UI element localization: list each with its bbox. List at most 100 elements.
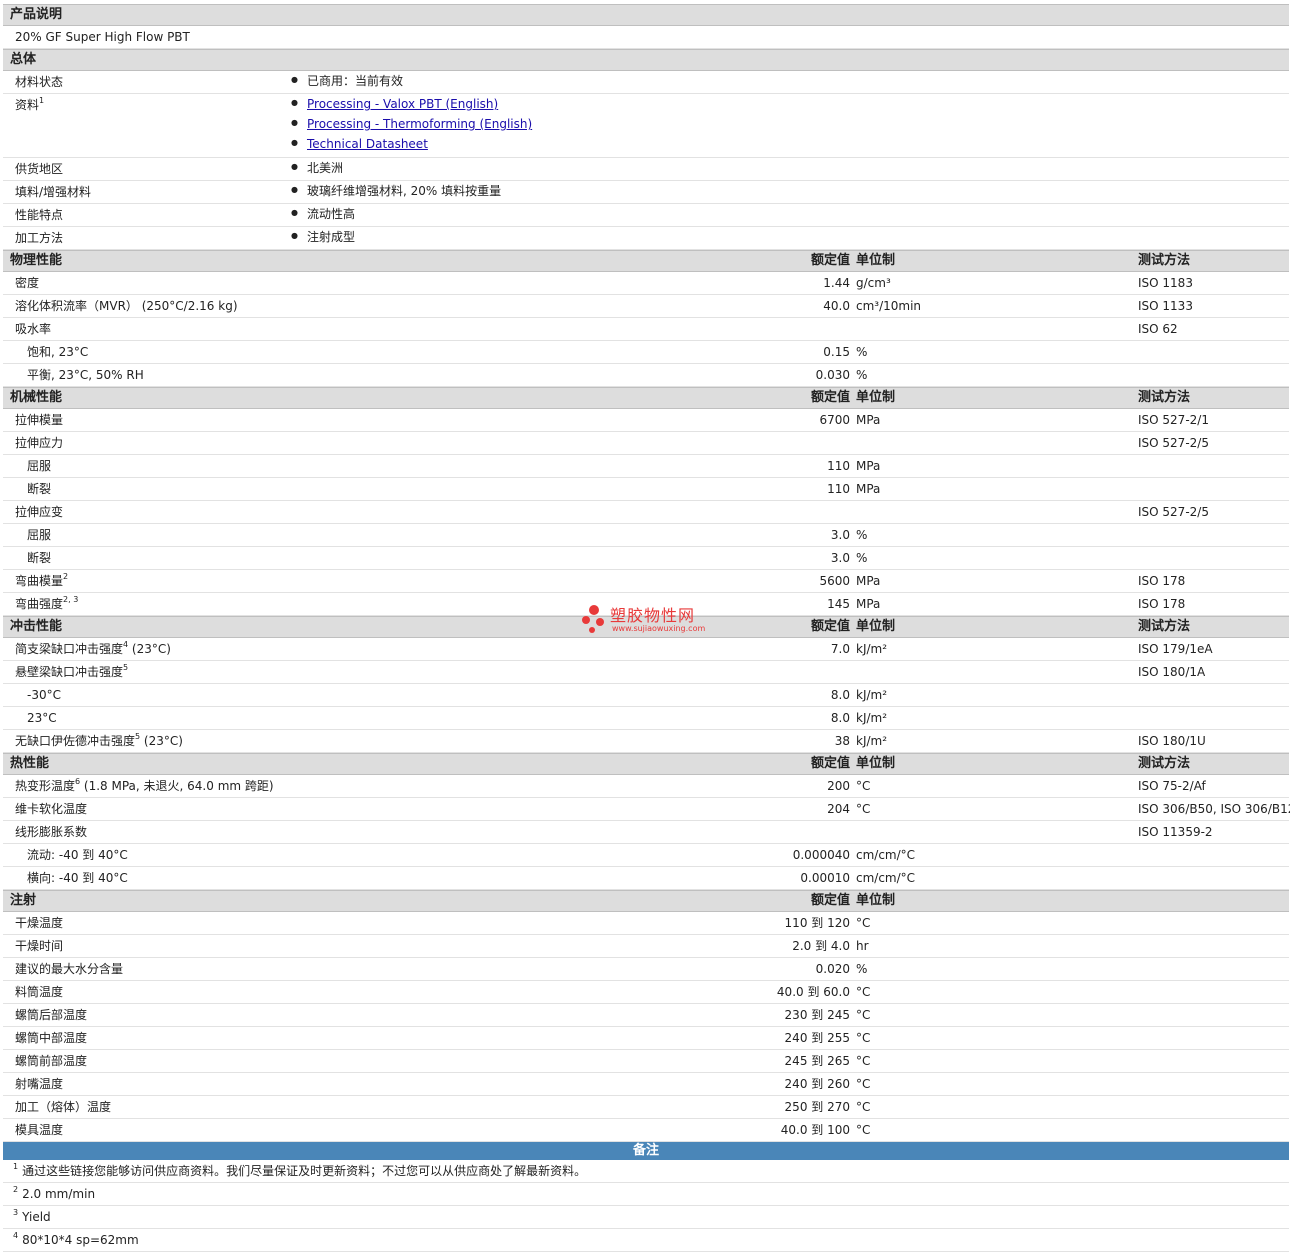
property-label-text: 弯曲强度 xyxy=(15,597,64,611)
property-sections: 物理性能 额定值 单位制 测试方法 密度 1.44 g/cm³ ISO 1183 溶化体积流率（… xyxy=(3,250,1290,1142)
property-label: 干燥温度 xyxy=(15,912,63,934)
property-label: 螺筒后部温度 xyxy=(15,1004,87,1026)
property-unit: °C xyxy=(856,1054,871,1068)
property-condition: (1.8 MPa, 未退火, 64.0 mm 跨距) xyxy=(80,779,274,793)
property-row: 屈服 3.0% xyxy=(3,524,1289,547)
property-label-text: 溶化体积流率（MVR） (250°C/2.16 kg) xyxy=(15,299,238,313)
property-label: 23°C xyxy=(27,707,57,729)
note-item: 2 2.0 mm/min xyxy=(3,1183,1289,1206)
property-label-text: 干燥温度 xyxy=(15,916,64,930)
test-method: ISO 180/1U xyxy=(1138,734,1206,748)
property-row: 拉伸应力 ISO 527-2/5 xyxy=(3,432,1289,455)
general-row: 加工方法 注射成型 xyxy=(3,227,1289,250)
property-value: 200 xyxy=(827,779,850,793)
row-values: 已商用：当前有效 xyxy=(291,71,403,91)
product-section-header: 产品说明 xyxy=(3,4,1289,26)
footnote-ref: 6 xyxy=(75,777,81,786)
property-label-text: 弯曲模量 xyxy=(15,574,64,588)
test-method: ISO 1133 xyxy=(1138,299,1193,313)
property-label-text: 热变形温度 xyxy=(15,779,76,793)
property-unit: kJ/m² xyxy=(856,688,888,702)
property-unit: °C xyxy=(856,1123,871,1137)
property-row: 吸水率 ISO 62 xyxy=(3,318,1289,341)
property-unit: % xyxy=(856,345,868,359)
note-text: 通过这些链接您能够访问供应商资料。我们尽量保证及时更新资料；不过您可以从供应商处… xyxy=(22,1164,587,1178)
property-value: 7.0 xyxy=(830,642,850,656)
property-value: 0.030 xyxy=(815,368,850,382)
general-row: 供货地区 北美洲 xyxy=(3,158,1289,181)
property-value: 0.00010 xyxy=(800,871,850,885)
method-column-header: 测试方法 xyxy=(1138,756,1191,771)
property-value: 110 xyxy=(827,482,850,496)
property-label: 溶化体积流率（MVR） (250°C/2.16 kg) xyxy=(15,295,238,317)
property-label-text: 维卡软化温度 xyxy=(15,802,88,816)
row-values: 注射成型 xyxy=(291,227,355,247)
property-label: 横向: -40 到 40°C xyxy=(27,867,128,889)
property-label: 螺筒前部温度 xyxy=(15,1050,87,1072)
document-link[interactable]: Processing - Valox PBT (English) xyxy=(307,97,498,111)
list-item-text: 北美洲 xyxy=(307,161,344,175)
property-label-text: 螺筒后部温度 xyxy=(15,1008,88,1022)
property-value: 3.0 xyxy=(830,528,850,542)
property-row: 模具温度 40.0 到 100 °C xyxy=(3,1119,1289,1142)
property-label-text: 流动: -40 到 40°C xyxy=(27,848,128,862)
property-unit: kJ/m² xyxy=(856,734,888,748)
footnote-ref: 5 xyxy=(135,732,141,741)
property-row: 干燥时间 2.0 到 4.0 hr xyxy=(3,935,1289,958)
product-description-row: 20% GF Super High Flow PBT xyxy=(3,26,1289,49)
property-unit: °C xyxy=(856,1100,871,1114)
property-value: 6700 xyxy=(819,413,850,427)
section-title: 冲击性能 xyxy=(10,619,63,634)
property-label-text: 加工（熔体）温度 xyxy=(15,1100,112,1114)
property-unit: % xyxy=(856,528,868,542)
method-column-header: 测试方法 xyxy=(1138,619,1191,634)
footnote-ref: 5 xyxy=(123,663,129,672)
property-label: 断裂 xyxy=(27,547,51,569)
value-column-header: 额定值 xyxy=(810,756,850,771)
property-label: 弯曲模量2 xyxy=(15,570,68,592)
property-row: 拉伸应变 ISO 527-2/5 xyxy=(3,501,1289,524)
list-item: Processing - Valox PBT (English) xyxy=(291,94,532,114)
document-link[interactable]: Technical Datasheet xyxy=(307,137,428,151)
property-value: 3.0 xyxy=(830,551,850,565)
list-item-text: 流动性高 xyxy=(307,207,356,221)
property-value: 0.15 xyxy=(823,345,850,359)
value-column-header: 额定值 xyxy=(810,893,850,908)
list-item: 玻璃纤维增强材料, 20% 填料按重量 xyxy=(291,181,501,201)
method-column-header: 测试方法 xyxy=(1138,390,1191,405)
property-value: 230 到 245 xyxy=(784,1008,850,1022)
property-label-text: 饱和, 23°C xyxy=(27,345,89,359)
row-label-text: 材料状态 xyxy=(15,75,64,89)
row-values: 玻璃纤维增强材料, 20% 填料按重量 xyxy=(291,181,501,201)
row-label: 填料/增强材料 xyxy=(15,181,91,203)
property-value: 38 xyxy=(834,734,850,748)
property-row: 热变形温度6 (1.8 MPa, 未退火, 64.0 mm 跨距) 200 °C IS… xyxy=(3,775,1289,798)
property-condition: (23°C) xyxy=(128,642,171,656)
note-text: Yield xyxy=(22,1210,51,1224)
property-label-text: 料筒温度 xyxy=(15,985,64,999)
note-number: 1 xyxy=(13,1162,19,1171)
property-label-text: 屈服 xyxy=(27,528,52,542)
property-value: 5600 xyxy=(819,574,850,588)
property-label: 拉伸应力 xyxy=(15,432,63,454)
property-unit: °C xyxy=(856,1008,871,1022)
property-row: 悬壁梁缺口冲击强度5 ISO 180/1A xyxy=(3,661,1289,684)
test-method: ISO 527-2/5 xyxy=(1138,436,1209,450)
property-label: 拉伸应变 xyxy=(15,501,63,523)
property-condition: (23°C) xyxy=(140,734,183,748)
test-method: ISO 11359-2 xyxy=(1138,825,1213,839)
notes-list: 1 通过这些链接您能够访问供应商资料。我们尽量保证及时更新资料；不过您可以从供应商… xyxy=(3,1160,1289,1252)
property-label-text: 建议的最大水分含量 xyxy=(15,962,124,976)
property-row: 螺筒中部温度 240 到 255 °C xyxy=(3,1027,1289,1050)
property-row: 射嘴温度 240 到 260 °C xyxy=(3,1073,1289,1096)
document-link[interactable]: Processing - Thermoforming (English) xyxy=(307,117,532,131)
section-title: 注射 xyxy=(10,893,37,908)
property-label: 吸水率 xyxy=(15,318,51,340)
property-row: 断裂 3.0% xyxy=(3,547,1289,570)
property-row: 简支梁缺口冲击强度4 (23°C) 7.0 kJ/m² ISO 179/1eA xyxy=(3,638,1289,661)
property-row: 23°C 8.0 kJ/m² xyxy=(3,707,1289,730)
property-label: 热变形温度6 (1.8 MPa, 未退火, 64.0 mm 跨距) xyxy=(15,775,274,797)
property-unit: MPa xyxy=(856,482,881,496)
row-label-text: 供货地区 xyxy=(15,162,64,176)
row-label: 供货地区 xyxy=(15,158,63,180)
